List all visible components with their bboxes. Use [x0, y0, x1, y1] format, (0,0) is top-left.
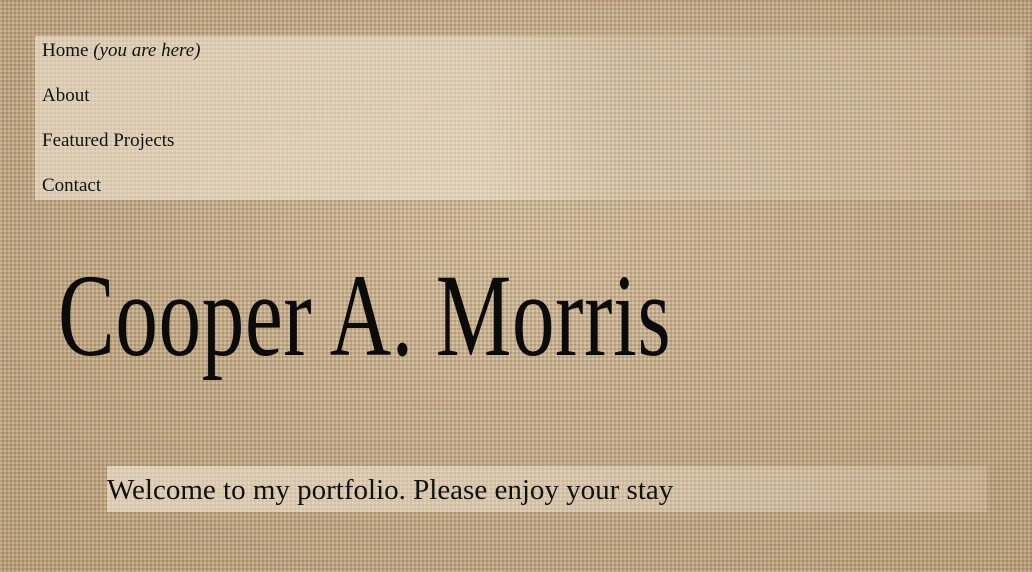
nav-item-about-label: About [42, 85, 90, 106]
nav-item-featured-projects-label: Featured Projects [42, 130, 175, 151]
nav-item-about[interactable]: About [42, 81, 90, 111]
current-page-indicator: (you are here) [93, 40, 201, 61]
nav-item-contact[interactable]: Contact [42, 171, 101, 201]
nav-item-home[interactable]: Home (you are here) [42, 36, 200, 66]
page-title: Cooper A. Morris [58, 250, 672, 381]
nav-item-home-label: Home [42, 40, 89, 61]
nav-item-contact-label: Contact [42, 175, 102, 196]
nav-item-featured-projects[interactable]: Featured Projects [42, 126, 174, 156]
main-nav: Home (you are here) About Featured Proje… [35, 36, 1025, 200]
welcome-message: Welcome to my portfolio. Please enjoy yo… [107, 474, 674, 506]
